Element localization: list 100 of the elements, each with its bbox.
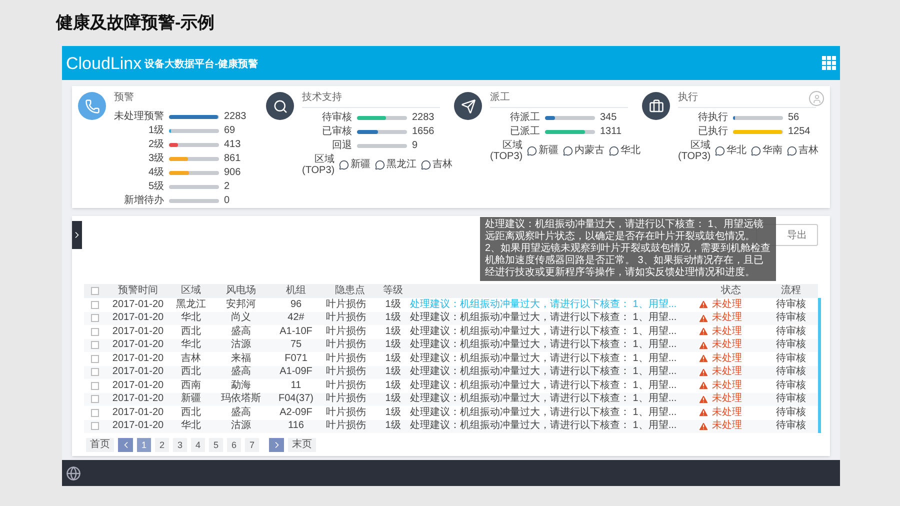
page-button[interactable]: 2	[155, 438, 169, 452]
table-cell: 2017-01-20	[112, 408, 164, 418]
row-checkbox[interactable]	[91, 314, 99, 322]
table-cell: 待审核	[776, 354, 806, 364]
table-cell: 2017-01-20	[112, 340, 164, 350]
table-cell-text: 叶片损伤	[325, 313, 366, 324]
table-cell: 吉林	[181, 354, 201, 364]
region-name: 新疆	[350, 158, 371, 172]
row-checkbox[interactable]	[91, 395, 99, 404]
table-cell: 2017-01-20	[112, 367, 164, 378]
table-cell: 盛高	[231, 408, 251, 418]
table-cell: 西北	[181, 408, 201, 418]
table-cell-text: 叶片损伤	[325, 408, 366, 418]
table-cell: 2017-01-20	[112, 313, 164, 324]
table-cell: 1级	[385, 326, 401, 337]
table-cell: F071	[284, 354, 308, 364]
table-cell: 盛高	[231, 367, 251, 378]
status-text: 未处理	[712, 421, 742, 432]
next-page-button[interactable]	[269, 438, 284, 452]
suggestion-cell[interactable]: 处理建议：机组振动冲量过大，请进行以下核查： 1、用望...	[408, 421, 677, 432]
table-cell-text: 叶片损伤	[325, 326, 366, 337]
table-cell: A1-09F	[280, 367, 312, 378]
metric-label: 5级	[147, 181, 164, 193]
table-cell: 2017-01-20	[112, 354, 164, 364]
suggestion-cell[interactable]: 处理建议：机组振动冲量过大，请进行以下核查： 1、用望...	[408, 354, 677, 364]
sidebar-toggle-button[interactable]	[72, 221, 82, 249]
suggestion-cell[interactable]: 处理建议：机组振动冲量过大，请进行以下核查： 1、用望...	[408, 394, 677, 404]
row-checkbox[interactable]	[91, 341, 99, 350]
tooltip: 处理建议：机组振动冲量过大，请进行以下核查： 1、用望远镜远距离观察叶片状态，以确定是否存在叶片开裂或鼓包情况。 2、如果用望远镜未观察到叶片开裂或鼓包情况，需要到机舱检查机舱加速度传感器回路是否正常。 3、如果振动情况存在，且已经进行技改或更新程序等操作，请如实反馈处理情况和进度。	[480, 217, 776, 281]
select-all-checkbox[interactable]	[91, 287, 99, 295]
status-text: 未处理	[712, 300, 742, 310]
column-header: 机组	[286, 286, 306, 296]
metric-value: 413	[224, 139, 242, 151]
metric-label: 2级	[147, 139, 164, 151]
table-cell: 来福	[231, 354, 251, 364]
suggestion-cell[interactable]: 处理建议：机组振动冲量过大，请进行以下核查： 1、用望...	[408, 326, 677, 337]
suggestion-cell[interactable]: 处理建议：机组振动冲量过大，请进行以下核查： 1、用望...	[408, 380, 677, 391]
page-button[interactable]: 5	[209, 438, 223, 452]
table-cell: 1级	[385, 340, 401, 350]
table-cell: 1级	[385, 300, 401, 310]
first-page-button[interactable]: 首页	[86, 438, 114, 452]
table-cell: 黑龙江	[176, 300, 206, 310]
table-cell: 勐海	[231, 380, 251, 391]
previous-page-button[interactable]	[118, 438, 133, 452]
page-button[interactable]: 6	[227, 438, 241, 452]
globe-icon[interactable]	[66, 466, 81, 480]
table-cell: 待审核	[776, 313, 806, 324]
table-cell-text: 叶片损伤	[325, 394, 366, 404]
column-header: 流程	[781, 286, 801, 296]
slide-title: 健康及故障预警-示例	[56, 12, 215, 34]
table-cell: 待审核	[776, 380, 806, 391]
speech-bubble-icon	[786, 146, 797, 156]
metric-label: 新增待办	[123, 195, 164, 207]
suggestion-cell[interactable]: 处理建议：机组振动冲量过大，请进行以下核查： 1、用望...	[408, 313, 677, 324]
suggestion-cell[interactable]: 处理建议：机组振动冲量过大，请进行以下核查： 1、用望...	[408, 408, 677, 418]
last-page-button[interactable]: 末页	[288, 438, 316, 452]
table-cell: 新疆	[181, 394, 201, 404]
table-cell: 75	[290, 340, 302, 350]
user-avatar-icon[interactable]	[809, 91, 824, 106]
speech-bubble-icon	[750, 146, 761, 156]
speech-bubble-icon	[562, 146, 573, 156]
row-checkbox[interactable]	[91, 328, 99, 336]
metric-label: 回退	[331, 140, 352, 152]
metric-label: 待派工	[509, 112, 540, 124]
metric-label: 待审核	[321, 112, 352, 124]
row-checkbox[interactable]	[91, 300, 99, 309]
table-cell: 1级	[385, 313, 401, 324]
row-checkbox[interactable]	[91, 408, 99, 417]
row-checkbox[interactable]	[91, 422, 99, 430]
region-label: 区域	[502, 140, 523, 151]
metric-value: 0	[224, 195, 231, 207]
row-checkbox[interactable]	[91, 354, 99, 363]
suggestion-cell[interactable]: 处理建议：机组振动冲量过大，请进行以下核查： 1、用望...	[408, 367, 677, 378]
page-button[interactable]: 7	[245, 438, 259, 452]
row-checkbox[interactable]	[91, 382, 99, 390]
column-header: 风电场	[226, 286, 256, 296]
metric-value: 69	[224, 125, 236, 137]
table-cell-text: 叶片损伤	[325, 300, 366, 310]
grid-menu-icon[interactable]	[822, 56, 836, 70]
table-cell: 96	[290, 300, 302, 310]
column-header: 状态	[721, 286, 741, 296]
page-button[interactable]: 4	[191, 438, 205, 452]
table-cell: 1级	[385, 421, 401, 432]
table-cell: 2017-01-20	[112, 300, 164, 310]
table-cell-text: 叶片损伤	[325, 367, 366, 378]
region-name: 新疆	[538, 144, 559, 158]
metric-label: 未处理预警	[114, 111, 164, 123]
table-cell: 沽源	[231, 340, 251, 350]
status-text: 未处理	[712, 340, 742, 350]
status-text: 未处理	[712, 367, 742, 378]
metric-label: 4级	[147, 167, 164, 179]
speech-bubble-icon	[374, 160, 385, 170]
page-button[interactable]: 3	[173, 438, 187, 452]
table-cell-text: 叶片损伤	[325, 421, 366, 432]
region-name: 吉林	[798, 144, 819, 158]
row-checkbox[interactable]	[91, 368, 99, 376]
suggestion-cell[interactable]: 处理建议：机组振动冲量过大，请进行以下核查： 1、用望...	[408, 340, 677, 350]
metric-value: 1311	[600, 126, 623, 138]
status-text: 未处理	[712, 354, 742, 364]
region-label: 区域	[690, 140, 711, 151]
